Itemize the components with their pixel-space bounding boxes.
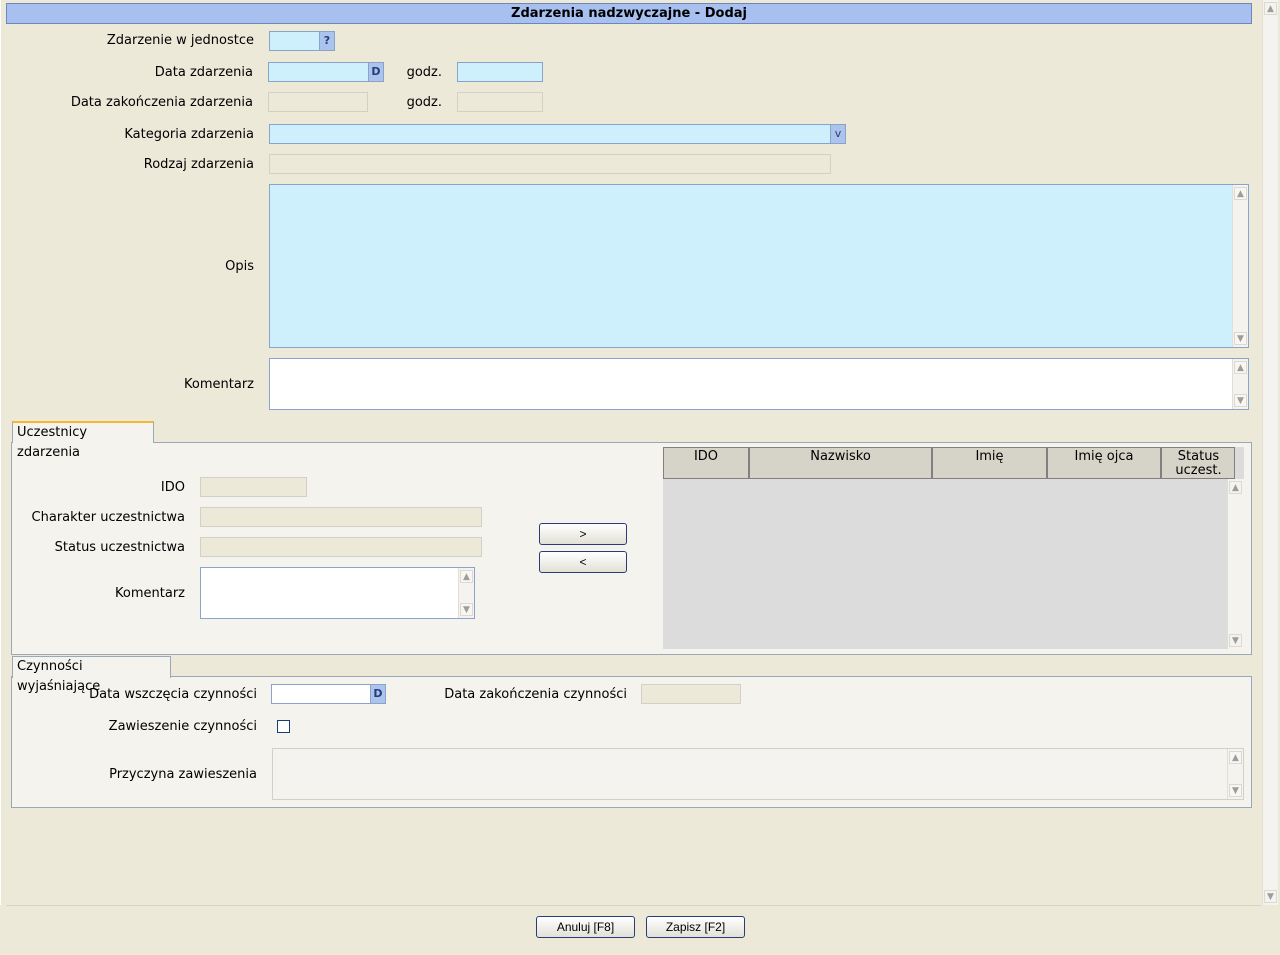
participant-status-label: Status uczestnictwa xyxy=(54,540,185,555)
scroll-up-icon[interactable]: ▲ xyxy=(1234,187,1247,200)
scroll-up-icon[interactable]: ▲ xyxy=(1229,481,1242,494)
category-label: Kategoria zdarzenia xyxy=(124,127,254,142)
scroll-down-icon[interactable]: ▼ xyxy=(1264,890,1277,903)
suspend-reason-label: Przyczyna zawieszenia xyxy=(109,767,257,782)
event-time-label: godz. xyxy=(406,65,442,80)
action-start-picker-button[interactable]: D xyxy=(370,685,385,703)
cancel-button[interactable]: Anuluj [F8] xyxy=(536,916,635,938)
suspend-checkbox[interactable] xyxy=(277,720,290,733)
save-button[interactable]: Zapisz [F2] xyxy=(646,916,745,938)
participant-character-field xyxy=(200,507,482,527)
suspend-reason-textarea: ▲ ▼ xyxy=(272,748,1244,800)
participant-status-field xyxy=(200,537,482,557)
scroll-down-icon[interactable]: ▼ xyxy=(1234,332,1247,345)
description-textarea[interactable]: ▲ ▼ xyxy=(269,184,1249,348)
participant-ido-label: IDO xyxy=(160,480,185,495)
event-time-field[interactable] xyxy=(457,62,543,82)
grid-header-ido[interactable]: IDO xyxy=(664,448,750,478)
participant-character-label: Charakter uczestnictwa xyxy=(31,510,185,525)
grid-header-surname[interactable]: Nazwisko xyxy=(750,448,933,478)
scroll-down-icon[interactable]: ▼ xyxy=(1234,394,1247,407)
action-end-label: Data zakończenia czynności xyxy=(444,687,627,702)
participant-comment-label: Komentarz xyxy=(115,586,185,601)
comment-label: Komentarz xyxy=(184,377,254,392)
tab-actions[interactable]: Czynności wyjaśniające xyxy=(12,656,171,694)
participant-comment-scrollbar[interactable]: ▲ ▼ xyxy=(458,568,474,618)
scroll-down-icon[interactable]: ▼ xyxy=(460,603,473,616)
scroll-down-icon[interactable]: ▼ xyxy=(1229,784,1242,797)
window-title: Zdarzenia nadzwyczajne - Dodaj xyxy=(6,3,1252,24)
scroll-up-icon[interactable]: ▲ xyxy=(460,570,473,583)
unit-lookup-button[interactable]: ? xyxy=(319,32,334,50)
type-label: Rodzaj zdarzenia xyxy=(143,157,254,172)
unit-field[interactable]: ? xyxy=(269,31,335,51)
grid-header-status[interactable]: Status uczest. xyxy=(1162,448,1235,478)
end-time-field xyxy=(457,92,543,112)
grid-header: IDO Nazwisko Imię Imię ojca Status uczes… xyxy=(663,447,1235,479)
scroll-down-icon[interactable]: ▼ xyxy=(1229,634,1242,647)
scroll-up-icon[interactable]: ▲ xyxy=(1229,751,1242,764)
end-date-field xyxy=(268,92,368,112)
category-select[interactable]: v xyxy=(269,124,846,144)
grid-header-firstname[interactable]: Imię xyxy=(933,448,1048,478)
participants-grid[interactable]: IDO Nazwisko Imię Imię ojca Status uczes… xyxy=(663,447,1244,649)
suspend-reason-scrollbar[interactable]: ▲ ▼ xyxy=(1227,749,1243,799)
suspend-label: Zawieszenie czynności xyxy=(108,719,257,734)
grid-header-fathers-name[interactable]: Imię ojca xyxy=(1048,448,1162,478)
description-label: Opis xyxy=(225,259,254,274)
event-date-label: Data zdarzenia xyxy=(154,65,253,80)
scroll-up-icon[interactable]: ▲ xyxy=(1264,2,1277,15)
type-field xyxy=(269,154,831,174)
end-date-label: Data zakończenia zdarzenia xyxy=(70,95,253,110)
scroll-up-icon[interactable]: ▲ xyxy=(1234,361,1247,374)
unit-label: Zdarzenie w jednostce xyxy=(106,33,254,48)
action-end-field xyxy=(641,684,741,704)
action-start-field[interactable]: D xyxy=(271,684,386,704)
add-participant-button[interactable]: > xyxy=(539,523,627,545)
description-scrollbar[interactable]: ▲ ▼ xyxy=(1232,185,1248,347)
participant-comment-textarea[interactable]: ▲ ▼ xyxy=(200,567,475,619)
remove-participant-button[interactable]: < xyxy=(539,551,627,573)
chevron-down-icon[interactable]: v xyxy=(830,125,845,143)
end-time-label: godz. xyxy=(406,95,442,110)
tab-participants[interactable]: Uczestnicy zdarzenia xyxy=(12,421,154,460)
grid-scrollbar[interactable]: ▲ ▼ xyxy=(1227,479,1244,649)
window-scrollbar[interactable]: ▲ ▼ xyxy=(1262,0,1278,905)
event-date-field[interactable]: D xyxy=(268,62,384,82)
participant-ido-field xyxy=(200,477,307,497)
comment-textarea[interactable]: ▲ ▼ xyxy=(269,358,1249,410)
comment-scrollbar[interactable]: ▲ ▼ xyxy=(1232,359,1248,409)
